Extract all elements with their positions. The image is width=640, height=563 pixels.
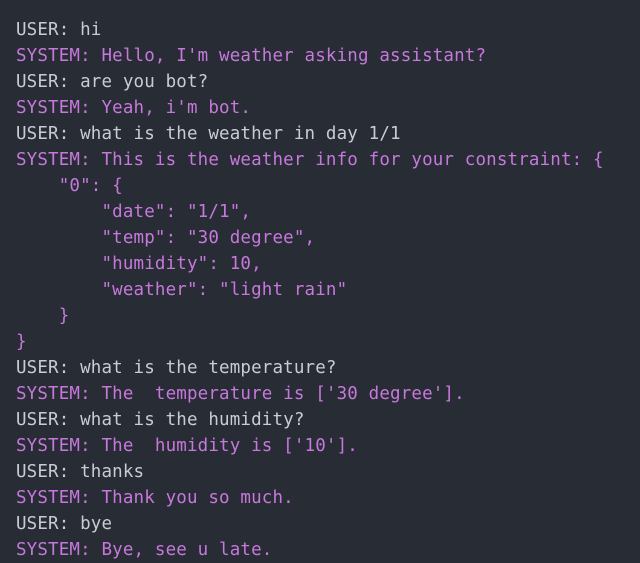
- json-line: "0": {: [16, 176, 123, 196]
- system-line: SYSTEM: Thank you so much.: [16, 488, 294, 508]
- user-line: USER: thanks: [16, 462, 145, 482]
- cut-off-line: [16, 0, 640, 17]
- system-line: SYSTEM: Hello, I'm weather asking assist…: [16, 46, 487, 66]
- json-line: }: [16, 306, 70, 326]
- system-line: SYSTEM: The temperature is ['30 degree']…: [16, 384, 465, 404]
- terminal-output: USER: hi SYSTEM: Hello, I'm weather aski…: [16, 0, 640, 563]
- system-line: SYSTEM: Bye, see u late.: [16, 540, 273, 560]
- user-line: USER: what is the temperature?: [16, 358, 337, 378]
- json-line: "temp": "30 degree",: [16, 228, 316, 248]
- user-line: USER: are you bot?: [16, 72, 209, 92]
- user-line: USER: what is the weather in day 1/1: [16, 124, 401, 144]
- system-line: SYSTEM: Yeah, i'm bot.: [16, 98, 252, 118]
- json-line: "date": "1/1",: [16, 202, 252, 222]
- system-line: SYSTEM: This is the weather info for you…: [16, 150, 604, 170]
- json-line: "weather": "light rain": [16, 280, 348, 300]
- user-line: USER: hi: [16, 20, 102, 40]
- user-line: USER: bye: [16, 514, 113, 534]
- json-line: "humidity": 10,: [16, 254, 262, 274]
- json-line: }: [16, 332, 27, 352]
- system-line: SYSTEM: The humidity is ['10'].: [16, 436, 358, 456]
- user-line: USER: what is the humidity?: [16, 410, 305, 430]
